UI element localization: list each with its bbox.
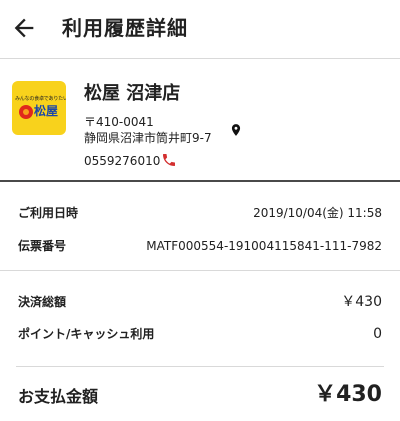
settlement-total-row: 決済総額 ￥430 bbox=[0, 290, 400, 314]
slip-number-label: 伝票番号 bbox=[18, 239, 67, 253]
payment-amount-label: お支払金額 bbox=[18, 387, 99, 406]
settlement-total-label: 決済総額 bbox=[18, 295, 67, 309]
points-cash-label: ポイント/キャッシュ利用 bbox=[18, 327, 155, 341]
location-pin-icon[interactable] bbox=[229, 120, 243, 140]
arrow-back-icon[interactable] bbox=[10, 14, 38, 42]
payment-amount-value: ￥430 bbox=[314, 382, 382, 407]
store-address: 静岡県沼津市筒井町9-7 bbox=[84, 131, 212, 145]
payment-amount-row: お支払金額 ￥430 bbox=[0, 377, 400, 413]
points-cash-value: 0 bbox=[373, 326, 382, 342]
logo-brand: 松屋 bbox=[34, 104, 59, 118]
store-name: 松屋 沼津店 bbox=[84, 83, 181, 104]
app-bar: 利用履歴詳細 bbox=[0, 0, 400, 57]
store-postal-code: 〒410-0041 bbox=[84, 115, 154, 129]
phone-icon[interactable] bbox=[161, 152, 177, 168]
usage-date-value: 2019/10/04(金) 11:58 bbox=[253, 206, 382, 220]
section-divider bbox=[0, 180, 400, 182]
store-phone-number[interactable]: 0559276010 bbox=[84, 153, 160, 169]
settlement-total-value: ￥430 bbox=[341, 294, 382, 310]
slip-number-value: MATF000554-191004115841-111-7982 bbox=[146, 239, 382, 253]
store-logo: みんなの食卓でありたい。 松屋 bbox=[12, 81, 66, 135]
logo-tagline: みんなの食卓でありたい。 bbox=[15, 96, 66, 102]
slip-number-row: 伝票番号 MATF000554-191004115841-111-7982 bbox=[0, 234, 400, 258]
page-title: 利用履歴詳細 bbox=[62, 16, 188, 40]
usage-date-label: ご利用日時 bbox=[18, 206, 79, 220]
points-cash-row: ポイント/キャッシュ利用 0 bbox=[0, 322, 400, 346]
store-info: みんなの食卓でありたい。 松屋 松屋 沼津店 〒410-0041 静岡県沼津市筒… bbox=[0, 59, 400, 180]
divider bbox=[16, 366, 384, 367]
usage-date-row: ご利用日時 2019/10/04(金) 11:58 bbox=[0, 201, 400, 225]
divider bbox=[0, 270, 400, 271]
logo-bowl-icon bbox=[19, 105, 33, 119]
